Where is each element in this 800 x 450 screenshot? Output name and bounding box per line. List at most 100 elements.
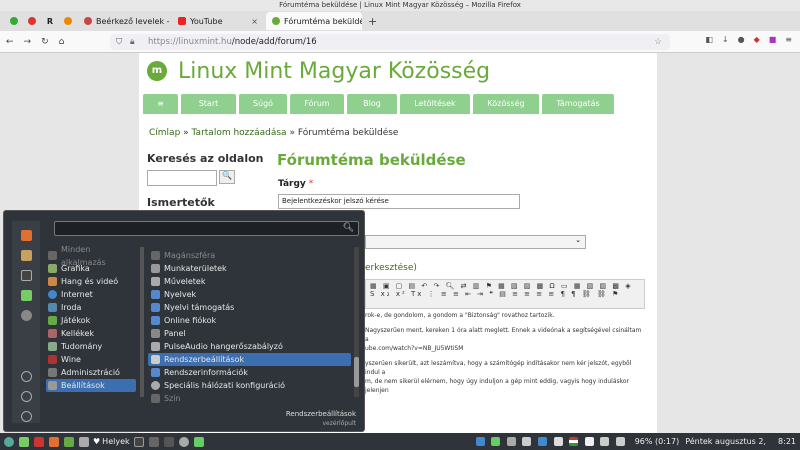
- app-item[interactable]: PulseAudio hangerőszabályzó: [148, 340, 351, 353]
- category-item[interactable]: Játékok: [46, 314, 136, 327]
- category-item[interactable]: Adminisztráció: [46, 366, 136, 379]
- url-bar[interactable]: ⛉ 🔒︎ https://linuxmint.hu/node/add/forum…: [110, 34, 670, 50]
- menu-search-input[interactable]: 🔍︎: [54, 221, 359, 236]
- menu-item-tamogatas[interactable]: Támogatás: [542, 94, 614, 114]
- scrollbar-thumb[interactable]: [354, 357, 359, 387]
- files-icon[interactable]: [64, 436, 74, 447]
- category-item[interactable]: Minden alkalmazás: [46, 245, 136, 267]
- menu-toggle-icon[interactable]: ≡: [143, 94, 178, 114]
- menu-item-kozosseg[interactable]: Közösség: [473, 94, 539, 114]
- app-item[interactable]: Speciális hálózati konfiguráció: [148, 379, 351, 392]
- app-icon[interactable]: [20, 250, 32, 261]
- category-item[interactable]: Tudomány: [46, 340, 136, 353]
- category-item-selected[interactable]: Beállítások: [46, 379, 136, 392]
- app-item[interactable]: Munkaterületek: [148, 262, 351, 275]
- app-icon[interactable]: [193, 436, 204, 447]
- app-item[interactable]: Rendszerinformációk: [148, 366, 351, 379]
- editor-buttons[interactable]: ▦ ▣ ▢ ▤ ↶ ↷ 🔍︎ ⇄ ▥ ⚑ ▦ ▧ ▨ ▩ Ω ▭ ▦ ▧ ▨ ▩…: [370, 282, 633, 298]
- menu-icon[interactable]: ≡: [785, 35, 792, 44]
- menu-item-start[interactable]: Start: [181, 94, 236, 114]
- firefox-icon[interactable]: [49, 436, 59, 447]
- app-icon[interactable]: [163, 436, 174, 447]
- tray-icon[interactable]: [506, 437, 516, 446]
- app-icon[interactable]: [34, 436, 44, 447]
- battery-icon[interactable]: [615, 437, 625, 446]
- editor-paragraph: yszerűen sikerült, azt leszámítva, hogy …: [365, 360, 632, 376]
- category-item[interactable]: Iroda: [46, 301, 136, 314]
- search-button[interactable]: 🔍: [219, 170, 235, 184]
- new-tab-icon[interactable]: +: [368, 15, 377, 28]
- places-button[interactable]: ♥ Helyek: [93, 437, 130, 446]
- date-label[interactable]: Péntek augusztus 2,: [685, 437, 766, 446]
- url-path: /node/add/forum/16: [231, 37, 317, 47]
- extension-icon[interactable]: ■: [769, 35, 777, 44]
- menu-item-forum[interactable]: Fórum: [290, 94, 344, 114]
- star-icon[interactable]: ☆: [654, 34, 662, 50]
- terminal-icon[interactable]: [133, 436, 144, 447]
- tray-icon[interactable]: [522, 437, 532, 446]
- app-item-highlighted[interactable]: Rendszerbeállítások: [148, 353, 351, 366]
- pocket-icon[interactable]: ◧: [705, 35, 713, 44]
- pinned-tab-3[interactable]: R: [42, 13, 58, 29]
- app-item[interactable]: Műveletek: [148, 275, 351, 288]
- tab-mail[interactable]: Beérkező levelek - ×: [78, 12, 170, 30]
- folder-icon[interactable]: [20, 290, 32, 301]
- app-list-scrollbar[interactable]: [354, 247, 359, 397]
- star-icon[interactable]: [584, 437, 594, 446]
- firefox-icon[interactable]: [20, 230, 32, 241]
- app-item[interactable]: Online fiókok: [148, 314, 351, 327]
- menu-icon[interactable]: [4, 436, 14, 447]
- power-icon[interactable]: [20, 411, 32, 422]
- lock-screen-icon[interactable]: [20, 371, 32, 382]
- category-item[interactable]: Wine: [46, 353, 136, 366]
- menu-item-sugo[interactable]: Súgó: [239, 94, 287, 114]
- reload-icon[interactable]: ↻: [41, 37, 49, 47]
- subject-input[interactable]: Bejelentkezéskor jelszó kérése: [278, 194, 520, 209]
- tray-icon[interactable]: [537, 437, 547, 446]
- forward-icon[interactable]: →: [24, 37, 32, 47]
- category-item[interactable]: Kellékek: [46, 327, 136, 340]
- tray-icon[interactable]: [491, 437, 501, 446]
- app-icon[interactable]: [79, 436, 89, 447]
- mint-icon: [272, 17, 280, 25]
- tab-forum[interactable]: Fórumtéma beküldé ×: [266, 12, 362, 30]
- menu-item-blog[interactable]: Blog: [347, 94, 397, 114]
- category-item[interactable]: Hang és videó: [46, 275, 136, 288]
- breadcrumb-home[interactable]: Címlap: [149, 128, 180, 138]
- flag-icon[interactable]: [569, 437, 579, 446]
- app-item[interactable]: Nyelvek: [148, 288, 351, 301]
- tray-icon[interactable]: [553, 437, 563, 446]
- app-icon[interactable]: [178, 436, 189, 447]
- editor-body[interactable]: rok-e, de gondolom, a gondom a "Biztonsá…: [365, 311, 645, 401]
- site-name[interactable]: Linux Mint Magyar Közösség: [178, 59, 490, 84]
- extension-icon[interactable]: ◆: [754, 35, 760, 44]
- volume-icon[interactable]: [600, 437, 610, 446]
- menu-item-letoltesek[interactable]: Letöltések: [400, 94, 470, 114]
- clock[interactable]: 8:21: [778, 437, 796, 446]
- terminal-icon[interactable]: [20, 270, 32, 281]
- close-icon[interactable]: ×: [251, 17, 258, 26]
- tray-icon[interactable]: [475, 437, 485, 446]
- forum-select[interactable]: ⌄: [365, 235, 586, 249]
- pinned-tab-4[interactable]: [60, 13, 76, 29]
- pinned-tab-1[interactable]: [6, 13, 22, 29]
- app-item[interactable]: Nyelvi támogatás: [148, 301, 351, 314]
- logout-icon[interactable]: [20, 391, 32, 402]
- pinned-tab-2[interactable]: [24, 13, 40, 29]
- settings-icon[interactable]: [20, 310, 32, 321]
- tab-youtube[interactable]: YouTube ×: [172, 12, 264, 30]
- app-item[interactable]: Magánszféra: [148, 249, 351, 262]
- mint-logo-icon[interactable]: m: [147, 61, 167, 81]
- show-desktop-icon[interactable]: [19, 436, 29, 447]
- site-search-input[interactable]: [147, 170, 217, 186]
- settings-icon[interactable]: [148, 436, 159, 447]
- extension-icon[interactable]: ●: [738, 35, 745, 44]
- home-icon[interactable]: ⌂: [59, 37, 65, 47]
- editor-switch-link[interactable]: erkesztése): [365, 263, 417, 273]
- category-item[interactable]: Internet: [46, 288, 136, 301]
- back-icon[interactable]: ←: [6, 37, 14, 47]
- app-item[interactable]: Panel: [148, 327, 351, 340]
- breadcrumb-add-content[interactable]: Tartalom hozzáadása: [192, 128, 287, 138]
- app-item[interactable]: Szín: [148, 392, 351, 405]
- download-icon[interactable]: ↓: [722, 35, 729, 44]
